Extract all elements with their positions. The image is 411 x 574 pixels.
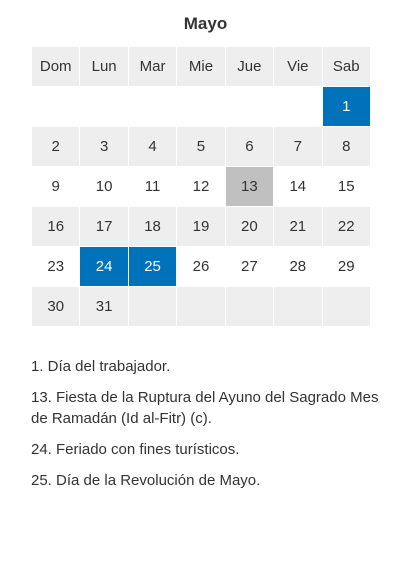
day-cell (30, 86, 81, 127)
week-row: 16 17 18 19 20 21 22 (30, 206, 372, 247)
weekday-label: Sab (321, 46, 372, 87)
day-cell: 5 (176, 126, 226, 167)
day-cell: 17 (79, 206, 129, 247)
holiday-day-cell: 1 (321, 86, 372, 127)
day-cell: 15 (321, 166, 372, 207)
holiday-day-cell: 24 (79, 246, 129, 287)
day-cell (273, 86, 323, 127)
day-cell: 20 (224, 206, 275, 247)
month-title: Mayo (183, 14, 228, 33)
weekday-label: Lun (79, 46, 129, 87)
day-cell: 26 (176, 246, 226, 287)
day-cell: 4 (127, 126, 178, 167)
day-cell: 8 (321, 126, 372, 167)
week-row: 1 (30, 86, 372, 127)
day-cell (224, 286, 275, 327)
day-cell: 16 (30, 206, 81, 247)
week-row: 9 10 11 12 13 14 15 (30, 166, 372, 207)
weekday-label: Mie (176, 46, 226, 87)
calendar-grid: Dom Lun Mar Mie Jue Vie Sab 1 2 3 4 5 6 … (30, 46, 372, 327)
weekday-label: Dom (30, 46, 81, 87)
holiday-note: 13. Fiesta de la Ruptura del Ayuno del S… (31, 389, 379, 427)
day-cell: 7 (273, 126, 323, 167)
day-cell (176, 86, 226, 127)
day-cell: 22 (321, 206, 372, 247)
holiday-day-cell: 13 (224, 166, 275, 207)
holiday-note: 24. Feriado con fines turísticos. (31, 441, 240, 458)
day-cell: 12 (176, 166, 226, 207)
day-cell (127, 86, 178, 127)
day-cell (321, 286, 372, 327)
day-cell (79, 86, 129, 127)
day-cell (176, 286, 226, 327)
day-cell: 28 (273, 246, 323, 287)
holiday-day-cell: 25 (127, 246, 178, 287)
day-cell: 30 (30, 286, 81, 327)
holiday-note: 1. Día del trabajador. (31, 358, 171, 375)
weekday-header-row: Dom Lun Mar Mie Jue Vie Sab (30, 46, 372, 87)
weekday-label: Jue (224, 46, 275, 87)
week-row: 30 31 (30, 286, 372, 327)
day-cell (127, 286, 178, 327)
day-cell (224, 86, 275, 127)
day-cell: 31 (79, 286, 129, 327)
day-cell: 19 (176, 206, 226, 247)
day-cell: 23 (30, 246, 81, 287)
day-cell: 2 (30, 126, 81, 167)
day-cell: 14 (273, 166, 323, 207)
holiday-note: 25. Día de la Revolución de Mayo. (31, 472, 261, 489)
day-cell: 9 (30, 166, 81, 207)
day-cell: 18 (127, 206, 178, 247)
weekday-label: Mar (127, 46, 178, 87)
week-row: 2 3 4 5 6 7 8 (30, 126, 372, 167)
day-cell: 10 (79, 166, 129, 207)
week-row: 23 24 25 26 27 28 29 (30, 246, 372, 287)
day-cell: 11 (127, 166, 178, 207)
day-cell (273, 286, 323, 327)
day-cell: 3 (79, 126, 129, 167)
day-cell: 29 (321, 246, 372, 287)
day-cell: 6 (224, 126, 275, 167)
weekday-label: Vie (273, 46, 323, 87)
day-cell: 21 (273, 206, 323, 247)
day-cell: 27 (224, 246, 275, 287)
holiday-notes: 1. Día del trabajador. 13. Fiesta de la … (31, 356, 381, 501)
